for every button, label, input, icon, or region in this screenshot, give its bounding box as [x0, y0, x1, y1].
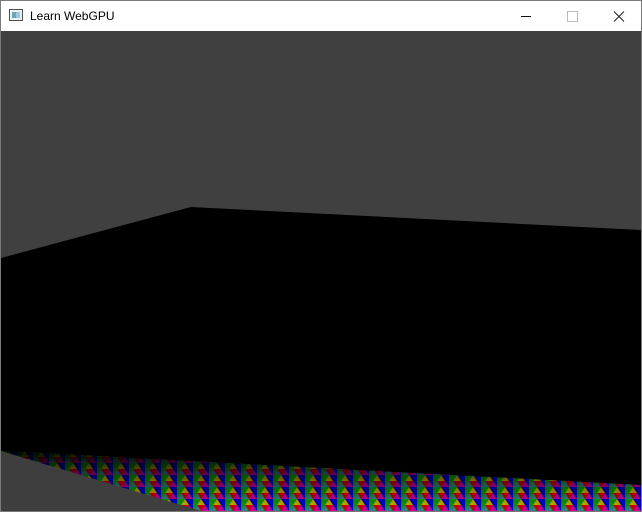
application-window: Learn WebGPU: [0, 0, 642, 512]
webgpu-render-viewport[interactable]: [1, 31, 641, 511]
window-controls: [503, 1, 641, 31]
title-bar[interactable]: Learn WebGPU: [1, 1, 641, 31]
minimize-icon[interactable]: [503, 1, 549, 31]
maximize-icon[interactable]: [549, 1, 595, 31]
window-title: Learn WebGPU: [30, 9, 115, 23]
application-window-icon: [9, 9, 23, 21]
rendered-scene: [1, 31, 641, 511]
close-icon[interactable]: [595, 1, 641, 31]
